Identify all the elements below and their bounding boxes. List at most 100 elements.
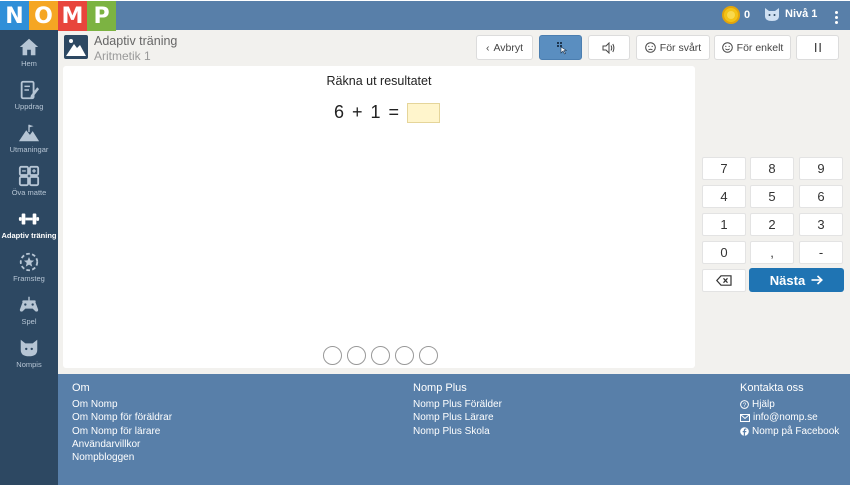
sidebar-item-label: Öva matte [11,188,47,197]
pencil-paper-icon [20,80,40,100]
gamepad-icon [19,296,39,312]
calculator-icon [18,165,40,187]
too-hard-label: För svårt [659,41,702,54]
key-1[interactable]: 1 [702,213,746,236]
footer-link-plus-skola[interactable]: Nomp Plus Skola [413,425,502,438]
page-subtitle: Aritmetik 1 [94,49,151,63]
arrow-right-icon [811,275,824,285]
footer-heading: Om [72,382,90,394]
footer-link-label: Nomp på Facebook [752,425,840,437]
sidebar-item-nompis[interactable]: Nompis [0,333,58,375]
sidebar-item-adaptiv-traning[interactable]: Adaptiv träning [0,204,58,246]
key-2[interactable]: 2 [750,213,794,236]
key-4[interactable]: 4 [702,185,746,208]
sidebar-item-label: Uppdrag [14,102,44,111]
too-hard-button[interactable]: För svårt [636,35,710,60]
read-aloud-button[interactable] [588,35,630,60]
key-5[interactable]: 5 [750,185,794,208]
backspace-button[interactable] [702,269,746,292]
smiley-icon [721,42,733,53]
footer-link-anvandarvillkor[interactable]: Användarvillkor [72,438,172,451]
key-9[interactable]: 9 [799,157,843,180]
footer-link-om-nomp-foraldrar[interactable]: Om Nomp för föräldrar [72,411,172,424]
sidebar-item-label: Framsteg [13,274,45,283]
footer-link-plus-larare[interactable]: Nomp Plus Lärare [413,411,502,424]
key-8[interactable]: 8 [750,157,794,180]
handwriting-toggle-button[interactable] [539,35,582,60]
speaker-icon [602,41,615,54]
home-icon [19,38,39,56]
key-0[interactable]: 0 [702,241,746,264]
sidebar-item-framsteg[interactable]: Framsteg [0,247,58,289]
envelope-icon [740,413,750,422]
next-button[interactable]: Nästa [749,268,844,292]
more-menu-icon[interactable] [829,7,843,27]
top-bar: N O M P 0 Nivå 1 [0,0,850,31]
equation: 6 + 1 = [334,102,441,123]
coin-icon [722,6,740,24]
progress-dot [419,346,438,365]
progress-dot [347,346,366,365]
cat-face-icon [765,8,779,21]
key-6[interactable]: 6 [799,185,843,208]
operator: + [352,102,363,122]
logo-letter-n: N [0,1,29,31]
too-easy-button[interactable]: För enkelt [714,35,791,60]
operand-a: 6 [334,102,345,122]
key-minus[interactable]: - [799,241,843,264]
cancel-label: Avbryt [493,41,524,54]
footer-link-label: info@nomp.se [753,412,818,424]
footer: Om Om Nomp Om Nomp för föräldrar Om Nomp… [58,374,850,485]
footer-contact-column: Kontakta oss ? Hjälp info@nomp.se Nomp p… [740,382,839,438]
footer-link-facebook[interactable]: Nomp på Facebook [740,425,839,438]
backspace-icon [716,275,732,286]
sidebar-item-hem[interactable]: Hem [0,32,58,74]
sidebar-item-label: Hem [21,59,37,68]
cancel-button[interactable]: ‹ Avbryt [476,35,533,60]
equals-sign: = [388,102,400,122]
key-7[interactable]: 7 [702,157,746,180]
mountain-flag-icon [18,124,40,142]
answer-input[interactable] [407,102,441,123]
pause-icon [814,43,821,52]
footer-about-column: Om Om Nomp Om Nomp för föräldrar Om Nomp… [72,382,172,464]
star-circle-icon [19,252,39,272]
mountain-logo-icon [64,35,88,59]
chevron-left-icon: ‹ [485,41,490,54]
dumbbell-icon [18,213,40,225]
level-label: Nivå 1 [785,8,818,20]
question-circle-icon: ? [740,400,749,410]
footer-link-om-nomp-larare[interactable]: Om Nomp för lärare [72,425,172,438]
pause-button[interactable] [796,35,839,60]
page-title: Adaptiv träning [94,34,178,48]
footer-link-om-nomp[interactable]: Om Nomp [72,398,172,411]
coin-counter[interactable]: 0 [722,6,750,24]
sidebar-item-uppdrag[interactable]: Uppdrag [0,75,58,117]
sidebar-item-label: Nompis [16,360,42,369]
footer-link-help[interactable]: ? Hjälp [740,398,839,411]
key-comma[interactable]: , [750,241,794,264]
worried-face-icon [644,42,656,53]
sidebar-item-utmaningar[interactable]: Utmaningar [0,118,58,160]
sidebar-item-label: Spel [21,317,37,326]
nomp-logo[interactable]: N O M P [0,1,116,31]
logo-letter-p: P [87,1,116,31]
logo-letter-m: M [58,1,87,31]
key-3[interactable]: 3 [799,213,843,236]
facebook-icon [740,426,749,436]
level-indicator[interactable]: Nivå 1 [763,6,817,22]
sidebar-item-label: Adaptiv träning [1,231,57,240]
exercise-panel: Räkna ut resultatet 6 + 1 = [63,66,695,368]
footer-heading: Kontakta oss [740,382,804,394]
sidebar-item-ova-matte[interactable]: Öva matte [0,161,58,203]
footer-link-plus-foralder[interactable]: Nomp Plus Förälder [413,398,502,411]
progress-dot [371,346,390,365]
footer-link-email[interactable]: info@nomp.se [740,411,839,424]
sidebar-item-label: Utmaningar [9,145,49,154]
cat-face-icon [20,339,38,357]
sidebar-item-spel[interactable]: Spel [0,290,58,332]
logo-letter-o: O [29,1,58,31]
too-easy-label: För enkelt [736,41,784,54]
footer-link-nompbloggen[interactable]: Nompbloggen [72,451,172,464]
operand-b: 1 [370,102,381,122]
